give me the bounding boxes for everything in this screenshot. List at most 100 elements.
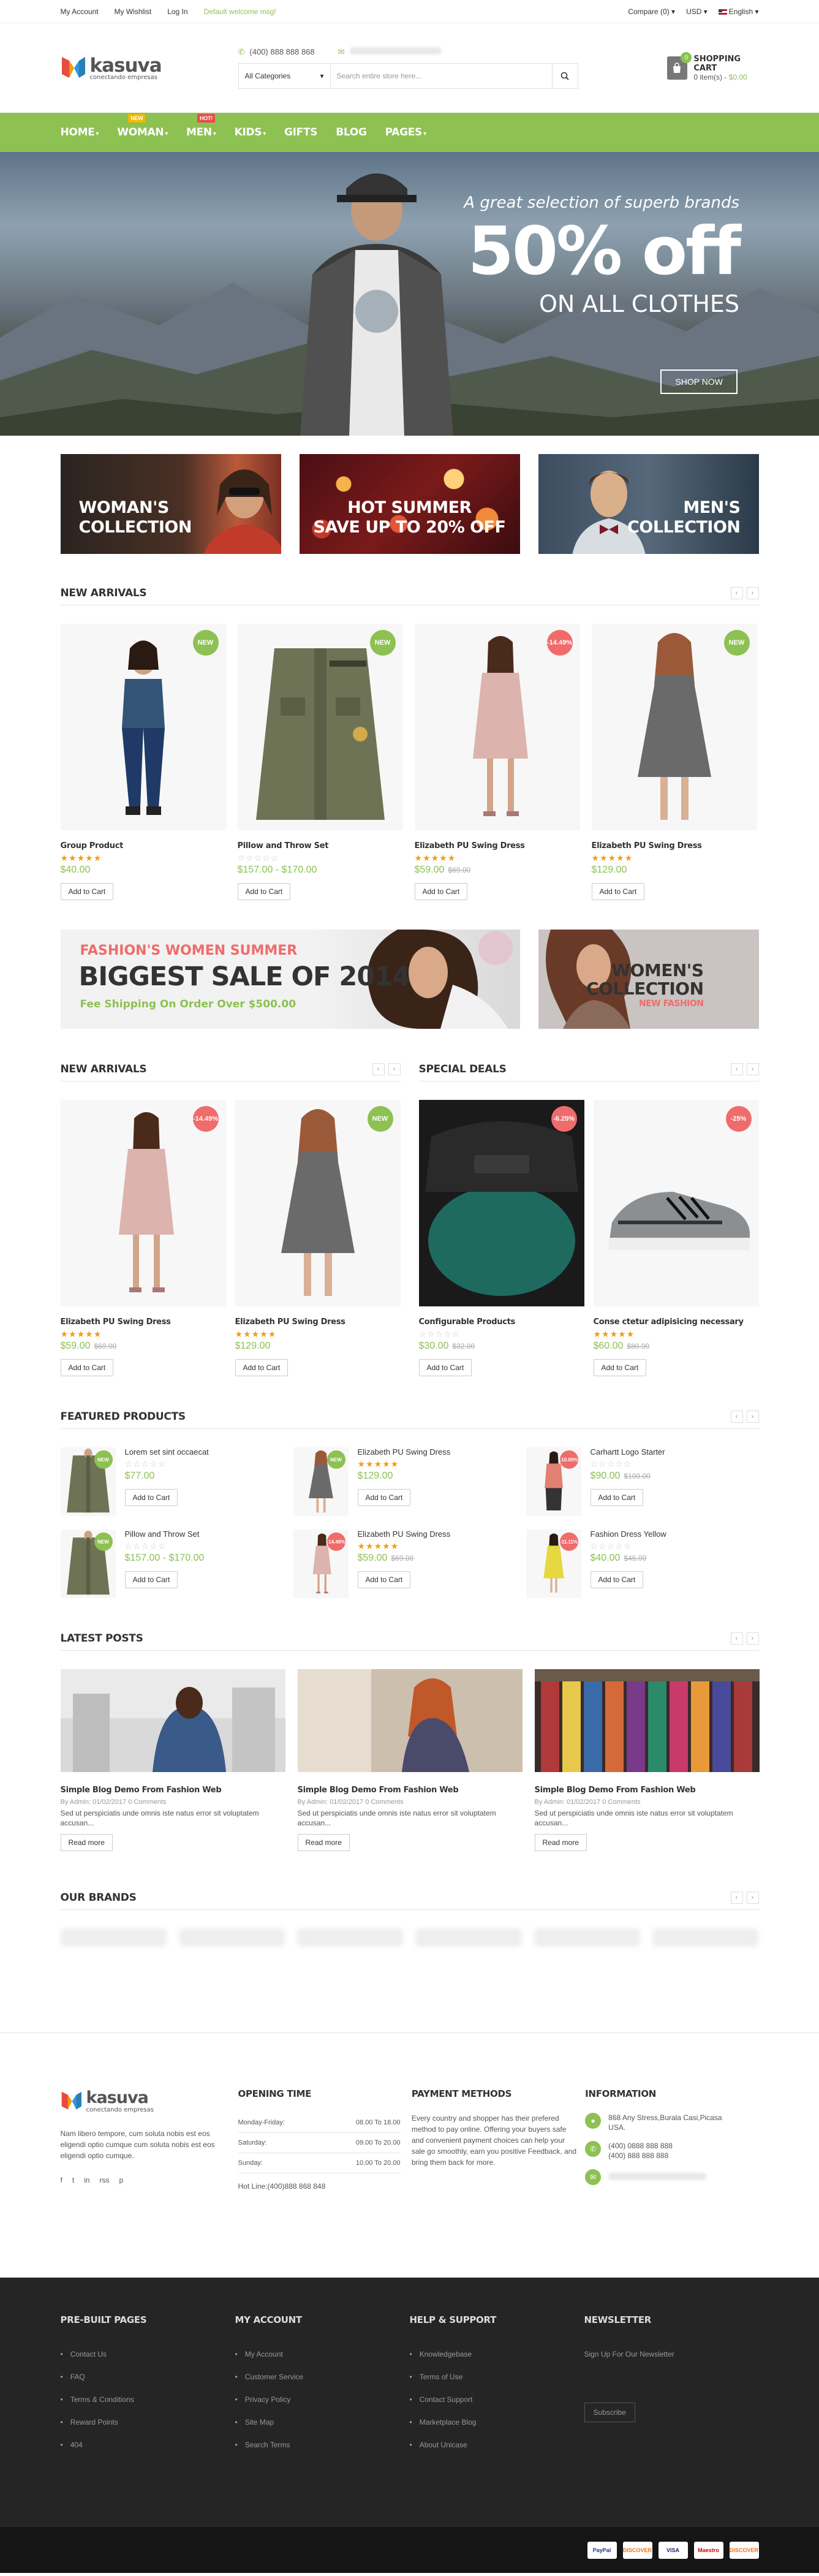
product-image[interactable]: NEW: [60, 624, 226, 830]
read-more-button[interactable]: Read more: [534, 1834, 587, 1851]
product-name[interactable]: Conse ctetur adipisicing necessary: [594, 1317, 759, 1327]
nav-item-home[interactable]: HOME ▾: [61, 126, 99, 138]
product-name[interactable]: Elizabeth PU Swing Dress: [415, 841, 580, 850]
twitter-icon[interactable]: t: [72, 2176, 74, 2184]
hot-summer-banner[interactable]: HOT SUMMER SAVE UP TO 20% OFF: [299, 454, 520, 554]
nav-item-gifts[interactable]: GIFTS: [284, 126, 318, 138]
post-title[interactable]: Simple Blog Demo From Fashion Web: [298, 1786, 523, 1795]
product-image[interactable]: NEW: [60, 1447, 116, 1516]
featured-item[interactable]: -11.11% Fashion Dress Yellow ☆☆☆☆☆ $40.00 $4…: [526, 1529, 759, 1598]
add-to-cart-button[interactable]: Add to Cart: [357, 1489, 411, 1506]
product-image[interactable]: NEW: [591, 624, 757, 830]
footer-link[interactable]: About Unicase: [410, 2441, 584, 2449]
featured-item[interactable]: -14.49% Elizabeth PU Swing Dress ★★★★★ $59.…: [293, 1529, 526, 1598]
shopping-cart[interactable]: 0 SHOPPING CART 0 item(s) - $0.00: [666, 52, 759, 81]
pinterest-icon[interactable]: p: [119, 2176, 124, 2184]
footer-link[interactable]: Contact Us: [61, 2350, 235, 2358]
nav-item-blog[interactable]: BLOG: [336, 126, 367, 138]
product-card[interactable]: NEW Elizabeth PU Swing Dress ★★★★★ $129.00 A…: [235, 1100, 401, 1376]
post-image[interactable]: [534, 1669, 760, 1772]
product-image[interactable]: NEW: [293, 1447, 349, 1516]
logo[interactable]: kasuva conectando empresas: [61, 55, 238, 81]
add-to-cart-button[interactable]: Add to Cart: [414, 883, 468, 900]
chevron-right-icon[interactable]: ›: [746, 1063, 759, 1075]
product-image[interactable]: -14.49%: [60, 1100, 226, 1306]
post-title[interactable]: Simple Blog Demo From Fashion Web: [535, 1786, 760, 1795]
mens-collection-banner[interactable]: MEN'S COLLECTION: [538, 454, 759, 554]
product-name[interactable]: Carhartt Logo Starter: [591, 1447, 665, 1457]
product-image[interactable]: -10.00%: [526, 1447, 581, 1516]
footer-link[interactable]: 404: [61, 2441, 235, 2449]
featured-item[interactable]: NEW Pillow and Throw Set ☆☆☆☆☆ $157.00 - $1…: [60, 1529, 293, 1598]
chevron-right-icon[interactable]: ›: [746, 586, 759, 599]
read-more-button[interactable]: Read more: [297, 1834, 350, 1851]
nav-item-woman[interactable]: WOMAN ▾ NEW: [117, 114, 168, 138]
linkedin-icon[interactable]: in: [84, 2176, 89, 2184]
add-to-cart-button[interactable]: Add to Cart: [418, 1359, 472, 1376]
footer-link[interactable]: Marketplace Blog: [410, 2418, 584, 2426]
product-image[interactable]: -6.25%: [418, 1100, 584, 1306]
chevron-left-icon[interactable]: ‹: [730, 1410, 743, 1423]
post-title[interactable]: Simple Blog Demo From Fashion Web: [61, 1786, 285, 1795]
product-name[interactable]: Elizabeth PU Swing Dress: [235, 1317, 401, 1327]
chevron-right-icon[interactable]: ›: [746, 1891, 759, 1904]
product-card[interactable]: -14.49% Elizabeth PU Swing Dress ★★★★★ $59.…: [414, 624, 580, 900]
chevron-left-icon[interactable]: ‹: [730, 586, 743, 599]
add-to-cart-button[interactable]: Add to Cart: [124, 1571, 178, 1588]
product-name[interactable]: Elizabeth PU Swing Dress: [61, 1317, 226, 1327]
post-image[interactable]: [60, 1669, 285, 1772]
brand-logo[interactable]: [534, 1928, 641, 1947]
search-button[interactable]: [551, 64, 578, 88]
add-to-cart-button[interactable]: Add to Cart: [60, 883, 114, 900]
product-card[interactable]: -25% Conse ctetur adipisicing necessary ★★…: [593, 1100, 759, 1376]
footer-link[interactable]: Search Terms: [235, 2441, 410, 2449]
product-card[interactable]: -14.49% Elizabeth PU Swing Dress ★★★★★ $59.…: [60, 1100, 226, 1376]
nav-item-pages[interactable]: PAGES ▾: [385, 126, 426, 138]
compare-dropdown[interactable]: Compare (0) ▾: [628, 7, 675, 16]
brand-logo[interactable]: [297, 1928, 404, 1947]
biggest-sale-banner[interactable]: FASHION'S WOMEN SUMMER BIGGEST SALE OF 2…: [60, 930, 520, 1029]
product-card[interactable]: NEW Pillow and Throw Set ☆☆☆☆☆ $157.00 - $1…: [237, 624, 403, 900]
product-image[interactable]: -14.49%: [293, 1529, 349, 1598]
chevron-left-icon[interactable]: ‹: [730, 1891, 743, 1904]
post-image[interactable]: [297, 1669, 523, 1772]
product-name[interactable]: Elizabeth PU Swing Dress: [358, 1447, 451, 1457]
footer-link[interactable]: FAQ: [61, 2373, 235, 2381]
footer-link[interactable]: Reward Points: [61, 2418, 235, 2426]
product-card[interactable]: -6.25% Configurable Products ☆☆☆☆☆ $30.00 $3…: [418, 1100, 584, 1376]
footer-link[interactable]: Site Map: [235, 2418, 410, 2426]
footer-link[interactable]: Terms & Conditions: [61, 2395, 235, 2404]
add-to-cart-button[interactable]: Add to Cart: [590, 1571, 644, 1588]
product-image[interactable]: -14.49%: [414, 624, 580, 830]
footer-link[interactable]: Privacy Policy: [235, 2395, 410, 2404]
nav-item-kids[interactable]: KIDS ▾: [235, 126, 266, 138]
product-name[interactable]: Elizabeth PU Swing Dress: [358, 1529, 451, 1539]
rss-icon[interactable]: rss: [100, 2176, 110, 2184]
read-more-button[interactable]: Read more: [60, 1834, 113, 1851]
product-image[interactable]: NEW: [235, 1100, 401, 1306]
product-name[interactable]: Elizabeth PU Swing Dress: [592, 841, 757, 850]
product-name[interactable]: Configurable Products: [419, 1317, 584, 1327]
featured-item[interactable]: NEW Elizabeth PU Swing Dress ★★★★★ $129.00 A…: [293, 1447, 526, 1516]
nav-item-men[interactable]: MEN ▾ HOT!: [186, 114, 216, 138]
add-to-cart-button[interactable]: Add to Cart: [357, 1571, 411, 1588]
currency-dropdown[interactable]: USD ▾: [686, 7, 708, 16]
featured-item[interactable]: NEW Lorem set sint occaecat ☆☆☆☆☆ $77.00 Add…: [60, 1447, 293, 1516]
add-to-cart-button[interactable]: Add to Cart: [591, 883, 645, 900]
product-card[interactable]: NEW Group Product ★★★★★ $40.00 Add to Cart: [60, 624, 226, 900]
add-to-cart-button[interactable]: Add to Cart: [593, 1359, 647, 1376]
womans-collection-banner[interactable]: WOMAN'S COLLECTION: [60, 454, 281, 554]
my-account-link[interactable]: My Account: [61, 7, 99, 16]
brand-logo[interactable]: [60, 1928, 167, 1947]
footer-link[interactable]: Contact Support: [410, 2395, 584, 2404]
log-in-link[interactable]: Log In: [167, 7, 187, 16]
chevron-right-icon[interactable]: ›: [746, 1632, 759, 1645]
chevron-left-icon[interactable]: ‹: [730, 1632, 743, 1645]
add-to-cart-button[interactable]: Add to Cart: [237, 883, 291, 900]
add-to-cart-button[interactable]: Add to Cart: [60, 1359, 114, 1376]
product-name[interactable]: Pillow and Throw Set: [238, 841, 403, 850]
chevron-right-icon[interactable]: ›: [746, 1410, 759, 1423]
add-to-cart-button[interactable]: Add to Cart: [235, 1359, 289, 1376]
product-card[interactable]: NEW Elizabeth PU Swing Dress ★★★★★ $129.00 A…: [591, 624, 757, 900]
brand-logo[interactable]: [178, 1928, 285, 1947]
